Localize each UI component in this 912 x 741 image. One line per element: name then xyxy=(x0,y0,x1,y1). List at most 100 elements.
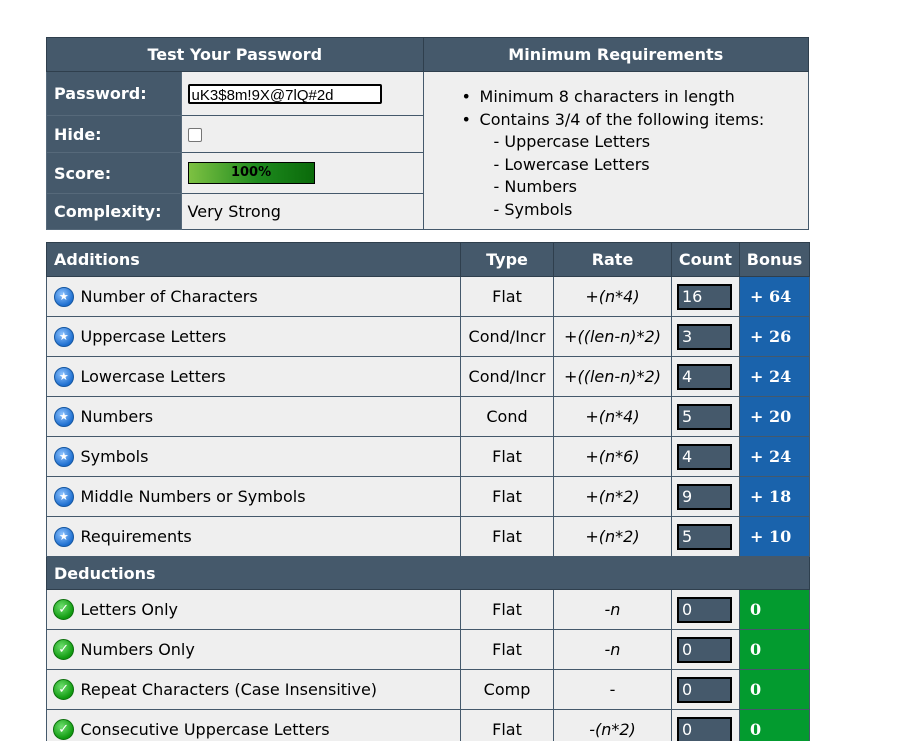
count-field[interactable]: 0 xyxy=(677,716,732,741)
complexity-value: Very Strong xyxy=(180,193,424,230)
star-icon[interactable]: ★ xyxy=(53,446,74,467)
row-name: Repeat Characters (Case Insensitive) xyxy=(80,669,461,710)
count-field[interactable]: 0 xyxy=(677,636,732,663)
score-label: Score: xyxy=(46,152,182,194)
row-name: Requirements xyxy=(80,516,461,557)
row-rate: +(n*2) xyxy=(553,516,672,557)
row-count-cell: 0 xyxy=(671,589,740,630)
col-rate: Rate xyxy=(553,242,672,277)
row-icon-cell: ★ xyxy=(46,436,81,477)
check-icon[interactable]: ✓ xyxy=(53,679,75,700)
check-icon[interactable]: ✓ xyxy=(53,599,75,620)
row-type: Cond xyxy=(460,396,554,437)
row-count-cell: 4 xyxy=(671,436,740,477)
row-name: Number of Characters xyxy=(80,276,461,317)
row-type: Flat xyxy=(460,709,554,741)
requirements-panel: • Minimum 8 characters in length • Contain… xyxy=(422,71,810,230)
requirement-sub-item: - Numbers xyxy=(493,177,577,196)
row-rate: -n xyxy=(553,589,672,630)
count-field[interactable]: 5 xyxy=(677,403,732,430)
star-icon[interactable]: ★ xyxy=(53,366,74,387)
row-icon-cell: ★ xyxy=(46,356,81,397)
check-icon[interactable]: ✓ xyxy=(53,719,75,740)
deductions-header: Deductions xyxy=(46,556,810,590)
row-name: Uppercase Letters xyxy=(80,316,461,357)
deduction-row: ✓ Repeat Characters (Case Insensitive) Com… xyxy=(46,669,810,710)
row-count-cell: 4 xyxy=(671,356,740,397)
row-bonus: + 24 xyxy=(739,356,810,397)
row-bonus: + 20 xyxy=(739,396,810,437)
count-field[interactable]: 5 xyxy=(677,523,732,550)
check-icon[interactable]: ✓ xyxy=(53,639,75,660)
password-input[interactable]: uK3$8m!9X@7lQ#2d xyxy=(187,83,382,104)
row-type: Flat xyxy=(460,436,554,477)
star-icon[interactable]: ★ xyxy=(53,486,74,507)
addition-row: ★ Symbols Flat +(n*6) 4 + 24 xyxy=(46,436,810,477)
col-bonus: Bonus xyxy=(739,242,810,277)
row-bonus: + 10 xyxy=(739,516,810,557)
row-type: Flat xyxy=(460,276,554,317)
row-icon-cell: ✓ xyxy=(46,709,81,741)
password-label: Password: xyxy=(46,71,182,116)
score-cell: 100% xyxy=(180,152,424,194)
addition-row: ★ Uppercase Letters Cond/Incr +((len-n)*2) 3… xyxy=(46,316,810,357)
score-bar: 100% xyxy=(187,162,315,184)
bullet-icon: • xyxy=(461,109,471,129)
row-name: Middle Numbers or Symbols xyxy=(80,476,461,517)
requirement-sub-item: - Symbols xyxy=(493,199,573,219)
star-icon[interactable]: ★ xyxy=(53,526,74,547)
row-icon-cell: ★ xyxy=(46,516,81,557)
row-rate: +(n*4) xyxy=(553,276,672,317)
deduction-row: ✓ Letters Only Flat -n 0 0 xyxy=(46,589,810,630)
password-cell: uK3$8m!9X@7lQ#2d xyxy=(180,71,424,116)
password-test-panel: Test Your Password Minimum Requirements … xyxy=(46,37,810,230)
row-rate: +((len-n)*2) xyxy=(553,316,672,357)
row-count-cell: 16 xyxy=(671,276,740,317)
test-header: Test Your Password xyxy=(46,37,424,72)
requirement-sub-item: - Lowercase Letters xyxy=(493,154,650,174)
addition-row: ★ Lowercase Letters Cond/Incr +((len-n)*2) 4… xyxy=(46,356,810,397)
deduction-row: ✓ Numbers Only Flat -n 0 0 xyxy=(46,629,810,670)
complexity-label: Complexity: xyxy=(46,193,182,230)
addition-row: ★ Middle Numbers or Symbols Flat +(n*2) 9 + 1… xyxy=(46,476,810,517)
row-name: Numbers xyxy=(80,396,461,437)
star-icon[interactable]: ★ xyxy=(53,326,74,347)
row-rate: - xyxy=(553,669,672,710)
requirement-item: • Contains 3/4 of the following items: xyxy=(462,109,808,132)
row-rate: +(n*2) xyxy=(553,476,672,517)
requirements-header: Minimum Requirements xyxy=(422,37,810,72)
row-icon-cell: ★ xyxy=(46,316,81,357)
score-value: 100% xyxy=(230,165,272,180)
row-rate: +(n*6) xyxy=(553,436,672,477)
hide-checkbox[interactable] xyxy=(187,128,202,142)
count-field[interactable]: 4 xyxy=(677,363,732,390)
count-field[interactable]: 3 xyxy=(677,323,732,350)
row-bonus: 0 xyxy=(739,629,810,670)
row-icon-cell: ✓ xyxy=(46,589,81,630)
star-icon[interactable]: ★ xyxy=(53,406,74,427)
bullet-icon: • xyxy=(461,87,471,106)
row-type: Flat xyxy=(460,629,554,670)
row-icon-cell: ✓ xyxy=(46,629,81,670)
star-icon[interactable]: ★ xyxy=(53,286,74,307)
count-field[interactable]: 0 xyxy=(677,596,732,623)
row-bonus: 0 xyxy=(739,669,810,710)
addition-row: ★ Requirements Flat +(n*2) 5 + 10 xyxy=(46,516,810,557)
row-type: Flat xyxy=(460,589,554,630)
row-count-cell: 5 xyxy=(671,516,740,557)
count-field[interactable]: 9 xyxy=(677,483,732,510)
count-field[interactable]: 16 xyxy=(677,283,732,310)
col-type: Type xyxy=(460,242,554,277)
row-count-cell: 5 xyxy=(671,396,740,437)
row-rate: +(n*4) xyxy=(553,396,672,437)
row-count-cell: 0 xyxy=(671,669,740,710)
row-name: Consecutive Uppercase Letters xyxy=(80,709,461,741)
addition-row: ★ Number of Characters Flat +(n*4) 16 + 64 xyxy=(46,276,810,317)
page: Test Your Password Minimum Requirements … xyxy=(0,0,912,741)
count-field[interactable]: 4 xyxy=(677,443,732,470)
row-count-cell: 3 xyxy=(671,316,740,357)
count-field[interactable]: 0 xyxy=(677,676,732,703)
row-bonus: + 18 xyxy=(739,476,810,517)
addition-row: ★ Numbers Cond +(n*4) 5 + 20 xyxy=(46,396,810,437)
deduction-row: ✓ Consecutive Uppercase Letters Flat -(n*2)… xyxy=(46,709,810,741)
